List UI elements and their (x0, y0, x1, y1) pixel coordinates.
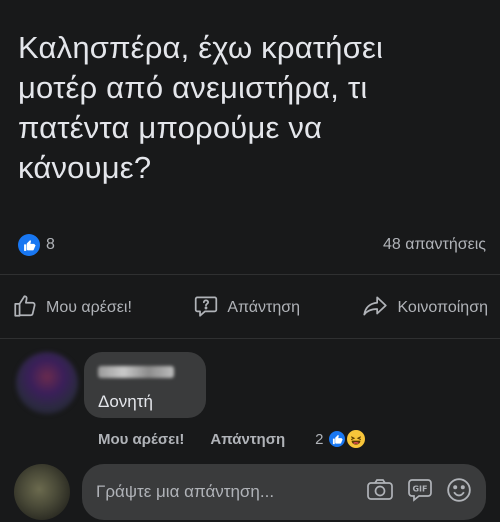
share-button[interactable]: Κοινοποίηση (361, 293, 488, 324)
commenter-name-redacted[interactable] (98, 366, 174, 378)
like-count: 8 (46, 236, 55, 253)
thumbs-up-icon (12, 293, 38, 324)
reaction-count[interactable]: 8 (18, 234, 55, 256)
share-label: Κοινοποίηση (397, 299, 488, 316)
reply-tools: GIF (366, 477, 472, 508)
comment-text: Δονητή (98, 392, 153, 411)
reactions-summary[interactable]: 8 48 απαντήσεις (18, 232, 486, 258)
divider (0, 338, 500, 339)
reply-input[interactable]: Γράψτε μια απάντηση... GIF (82, 464, 486, 520)
comment-bubble-icon (193, 293, 219, 324)
comment-reaction-count: 2 (315, 430, 324, 448)
reply-placeholder: Γράψτε μια απάντηση... (96, 482, 275, 501)
comment-actions: Μου αρέσει! Απάντηση 2 (98, 428, 368, 450)
gif-icon[interactable]: GIF (406, 477, 434, 508)
haha-reaction-icon (345, 428, 368, 450)
post-text: Καλησπέρα, έχω κρατήσει μοτέρ από ανεμισ… (18, 30, 384, 185)
divider (0, 274, 500, 275)
share-arrow-icon (361, 293, 389, 324)
like-reaction-icon (327, 429, 348, 449)
post-actions: Μου αρέσει! Απάντηση Κοινοποίηση (12, 292, 488, 324)
reply-label: Απάντηση (227, 299, 301, 316)
comment-reactions[interactable]: 2 (315, 428, 368, 450)
reply-button[interactable]: Απάντηση (193, 293, 300, 324)
comment-like-button[interactable]: Μου αρέσει! (98, 431, 184, 448)
svg-text:GIF: GIF (412, 484, 427, 493)
like-button[interactable]: Μου αρέσει! (12, 293, 132, 324)
like-label: Μου αρέσει! (46, 299, 132, 316)
camera-icon[interactable] (366, 477, 394, 508)
commenter-avatar[interactable] (16, 352, 78, 414)
user-avatar[interactable] (14, 464, 70, 520)
like-reaction-icon (18, 234, 40, 256)
comment-reply-button[interactable]: Απάντηση (210, 431, 285, 448)
comment-bubble[interactable]: Δονητή (84, 352, 206, 418)
emoji-icon[interactable] (446, 477, 472, 508)
replies-count[interactable]: 48 απαντήσεις (383, 236, 486, 254)
